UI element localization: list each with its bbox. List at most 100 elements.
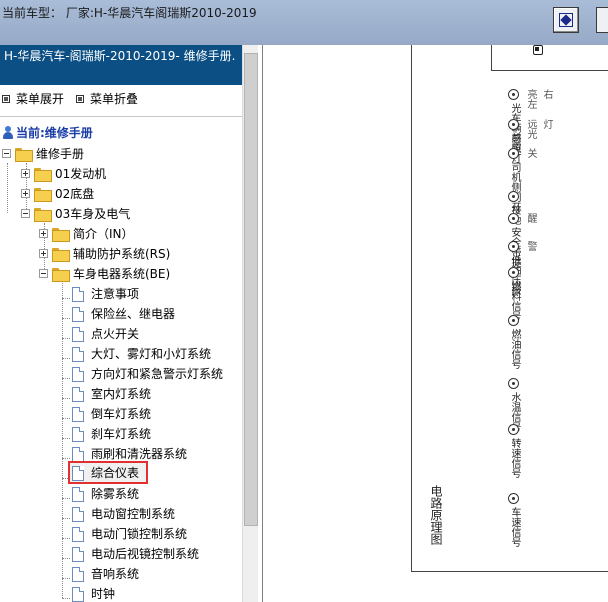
expand-node-icon[interactable] <box>21 189 30 198</box>
pin-icon <box>508 378 519 389</box>
tree-leaf-label: 注意事项 <box>91 287 140 301</box>
tree-leaf-label: 大灯、雾灯和小灯系统 <box>91 347 212 361</box>
tree-node-body-electrical[interactable]: 03车身及电气 <box>0 204 240 224</box>
tree-node-engine[interactable]: 01发动机 <box>0 164 240 184</box>
tree-leaf-label: 综合仪表 <box>91 466 140 480</box>
document-icon <box>72 407 84 422</box>
navigate-button[interactable] <box>553 7 579 33</box>
collapse-node-icon[interactable] <box>21 209 30 218</box>
folder-open-icon <box>34 208 52 222</box>
document-viewer[interactable]: 光车辆感应 亮左 右 前照灯 远光 灯 司机侧门开 关 接地 安全带提 醒 低油… <box>262 45 608 602</box>
document-icon <box>72 567 84 582</box>
pin-label-col2: 亮左 <box>525 89 536 109</box>
document-icon <box>72 487 84 502</box>
tree-leaf[interactable]: 方向灯和紧急警示灯系统 <box>0 364 240 384</box>
diagram-top-box <box>491 45 608 71</box>
pin-label: 车速信号 <box>509 507 520 547</box>
folder-icon <box>34 188 52 202</box>
tree-leaf[interactable]: 保险丝、继电器 <box>0 304 240 324</box>
tree-leaf[interactable]: 时钟 <box>0 584 240 602</box>
document-icon <box>72 527 84 542</box>
vehicle-info-text: 当前车型： 厂家:H-华晨汽车阁瑞斯2010-2019 <box>2 6 257 20</box>
tree-node-root[interactable]: 维修手册 <box>0 144 240 164</box>
tree-leaf[interactable]: 电动后视镜控制系统 <box>0 544 240 564</box>
pin-icon <box>508 89 519 100</box>
document-icon <box>72 387 84 402</box>
expand-node-icon[interactable] <box>21 169 30 178</box>
document-icon <box>72 367 84 382</box>
pin-label-col3: 右 <box>541 89 552 99</box>
tree-leaf[interactable]: 电动窗控制系统 <box>0 504 240 524</box>
tree-node-label: 维修手册 <box>36 147 85 161</box>
connector-icon <box>533 45 543 57</box>
top-bar: 当前车型： 厂家:H-华晨汽车阁瑞斯2010-2019 <box>0 0 608 45</box>
pin-icon <box>508 424 519 435</box>
tree-leaf[interactable]: 注意事项 <box>0 284 240 304</box>
toolbar-button[interactable] <box>596 7 608 33</box>
tree-leaf-label: 电动窗控制系统 <box>91 507 176 521</box>
tree-leaf-label: 方向灯和紧急警示灯系统 <box>91 367 224 381</box>
pin-icon <box>508 213 519 224</box>
tree-leaf-label: 刹车灯系统 <box>91 427 152 441</box>
document-icon <box>72 427 84 442</box>
pin-label-col3: 灯 <box>541 119 552 129</box>
document-icon <box>72 466 84 481</box>
tree-node-label: 01发动机 <box>55 167 107 181</box>
diagram-pin: 转速信号 <box>508 424 524 484</box>
pin-icon <box>508 493 519 504</box>
sidebar: H-华晨汽车-阁瑞斯-2010-2019- 维修手册. 菜单展开 菜单折叠 当前… <box>0 45 258 602</box>
pin-label-col2: 警 <box>525 241 536 251</box>
tree-leaf-label: 点火开关 <box>91 327 140 341</box>
tree-leaf-label: 电动门锁控制系统 <box>91 527 188 541</box>
folder-open-icon <box>15 148 33 162</box>
document-icon <box>72 347 84 362</box>
document-icon <box>72 507 84 522</box>
pin-label: 燃油信号 <box>509 329 520 369</box>
scrollbar-thumb[interactable] <box>244 53 258 526</box>
manual-tree: 维修手册 01发动机 02底盘 03车身及电气 简介（IN） 辅助防护系统(RS… <box>0 45 242 602</box>
pin-icon <box>508 119 519 130</box>
tree-leaf[interactable]: 刹车灯系统 <box>0 424 240 444</box>
sidebar-scrollbar[interactable] <box>242 45 258 602</box>
document-icon <box>72 287 84 302</box>
collapse-node-icon[interactable] <box>39 269 48 278</box>
diagram-pin: 车速信号 <box>508 493 524 553</box>
tree-leaf-label: 时钟 <box>91 587 116 601</box>
tree-leaf[interactable]: 室内灯系统 <box>0 384 240 404</box>
expand-node-icon[interactable] <box>39 229 48 238</box>
tree-node-label: 简介（IN） <box>73 227 134 241</box>
expand-node-icon[interactable] <box>39 249 48 258</box>
tree-leaf[interactable]: 音响系统 <box>0 564 240 584</box>
folder-icon <box>34 168 52 182</box>
folder-open-icon <box>52 268 70 282</box>
tree-node-label: 辅助防护系统(RS) <box>73 247 171 261</box>
tree-node-label: 车身电器系统(BE) <box>73 267 171 281</box>
diagram-title: 电路原理图 <box>429 485 443 545</box>
tree-leaf[interactable]: 电动门锁控制系统 <box>0 524 240 544</box>
tree-node-chassis[interactable]: 02底盘 <box>0 184 240 204</box>
document-icon <box>72 327 84 342</box>
tree-leaf[interactable]: 倒车灯系统 <box>0 404 240 424</box>
tree-leaf[interactable]: 点火开关 <box>0 324 240 344</box>
tree-node-body-electrics[interactable]: 车身电器系统(BE) <box>0 264 240 284</box>
pin-label-col2: 远光 <box>525 119 536 139</box>
pin-label-col2: 醒 <box>525 213 536 223</box>
tree-leaf-selected[interactable]: 综合仪表 <box>0 463 240 483</box>
tree-leaf-label: 除雾系统 <box>91 487 140 501</box>
tree-node-label: 02底盘 <box>55 187 95 201</box>
pin-label-col2: 关 <box>525 148 536 158</box>
document-icon <box>72 447 84 462</box>
folder-icon <box>52 228 70 242</box>
tree-leaf[interactable]: 除雾系统 <box>0 484 240 504</box>
folder-icon <box>52 248 70 262</box>
tree-leaf[interactable]: 大灯、雾灯和小灯系统 <box>0 344 240 364</box>
collapse-node-icon[interactable] <box>2 149 11 158</box>
tree-leaf-label: 室内灯系统 <box>91 387 152 401</box>
document-icon <box>72 587 84 602</box>
document-icon <box>72 307 84 322</box>
tree-node-restraint[interactable]: 辅助防护系统(RS) <box>0 244 240 264</box>
tree-leaf-label: 保险丝、继电器 <box>91 307 176 321</box>
tree-node-intro[interactable]: 简介（IN） <box>0 224 240 244</box>
pin-icon <box>508 315 519 326</box>
document-icon <box>72 547 84 562</box>
